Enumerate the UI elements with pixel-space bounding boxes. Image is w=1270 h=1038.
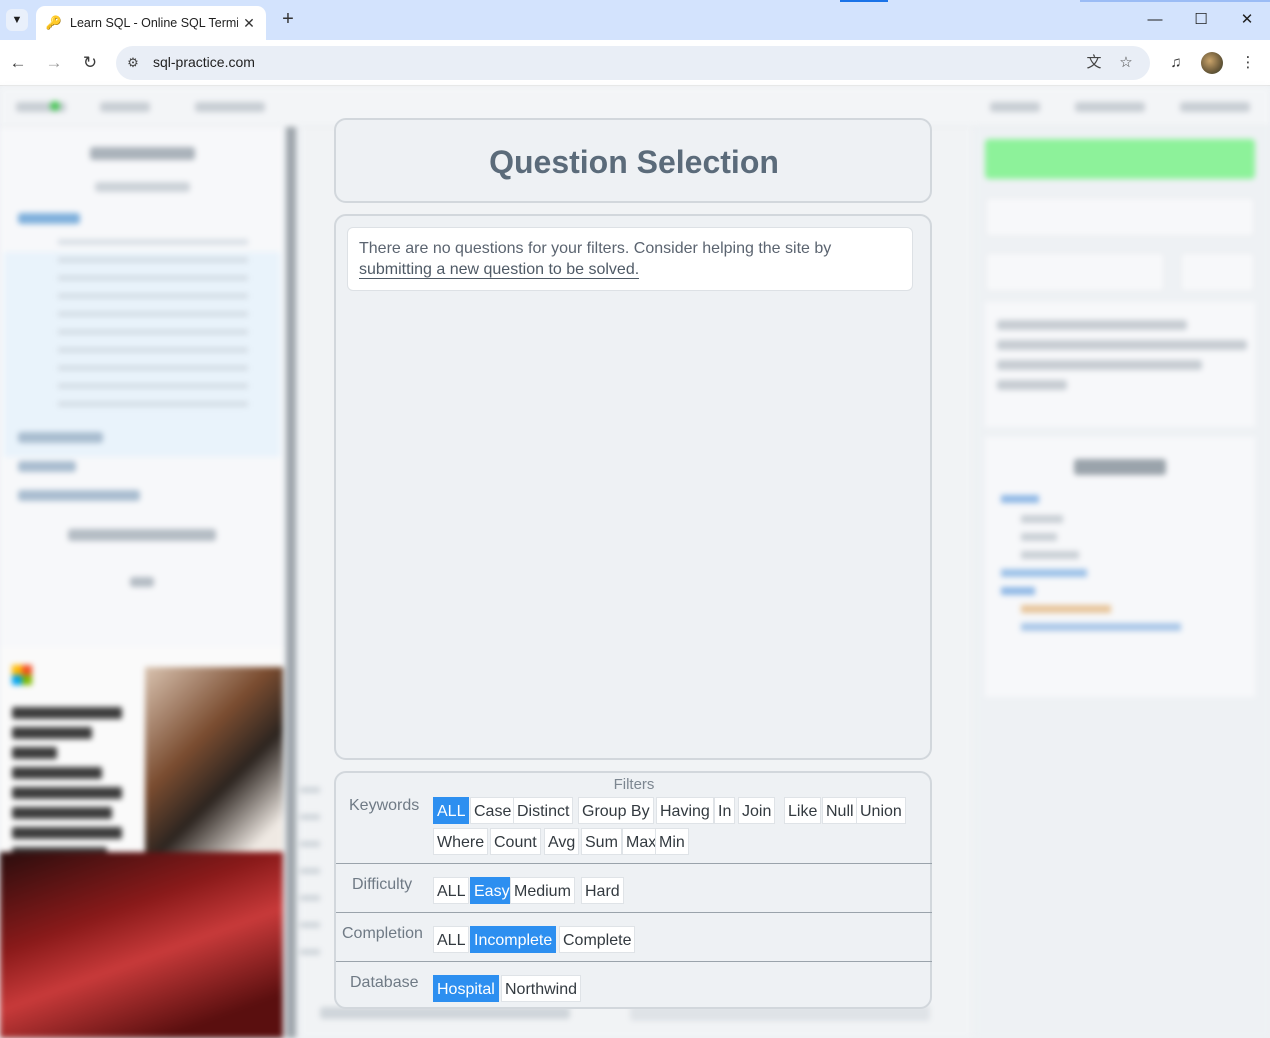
keywords-filter-chip-in[interactable]: In (714, 797, 736, 824)
tune-icon[interactable]: ⚙ (124, 54, 142, 72)
filters-title: Filters (613, 776, 655, 793)
keywords-filter-chip-all[interactable]: ALL (433, 797, 470, 824)
difficulty-label: Difficulty (352, 876, 413, 893)
keywords-label: Keywords (349, 797, 420, 814)
arrow-right-icon[interactable]: → (42, 51, 66, 75)
keywords-filter-chip-case[interactable]: Case (470, 797, 516, 824)
keywords-filter-chip-min[interactable]: Min (655, 828, 689, 855)
filter-divider (336, 863, 932, 864)
ad-video (0, 852, 283, 1038)
reload-icon[interactable]: ↻ (78, 51, 102, 75)
tab-search-button[interactable]: ▼ (6, 9, 28, 31)
maximize-icon[interactable]: ☐ (1191, 10, 1211, 30)
chevron-down-icon: ▼ (11, 14, 23, 26)
url-text[interactable]: sql-practice.com (153, 54, 255, 70)
page-title: Question Selection (489, 144, 779, 180)
browser-tab-strip: ▼ 🔑 Learn SQL - Online SQL Termi ✕ + — ☐… (0, 0, 1270, 40)
difficulty-filter-chip-hard[interactable]: Hard (581, 877, 624, 904)
database-filter-chip-hospital[interactable]: Hospital (433, 975, 499, 1002)
difficulty-filter-chip-medium[interactable]: Medium (510, 877, 575, 904)
keywords-filter-chip-having[interactable]: Having (656, 797, 714, 824)
keywords-filter-chip-distinct[interactable]: Distinct (513, 797, 574, 824)
keywords-filter-chip-null[interactable]: Null (822, 797, 858, 824)
question-selection-header: Question Selection (334, 118, 932, 203)
submit-question-link[interactable]: submitting a new question to be solved. (359, 261, 640, 279)
sidebar-scrollbar (286, 127, 296, 1038)
translate-icon[interactable]: 文 (1084, 53, 1104, 73)
media-controls-icon[interactable]: ♫ (1165, 52, 1187, 74)
completion-filter-chip-incomplete[interactable]: Incomplete (470, 926, 557, 953)
minimize-icon[interactable]: — (1145, 10, 1165, 30)
keywords-filter-chip-join[interactable]: Join (738, 797, 776, 824)
keywords-filter-chip-count[interactable]: Count (490, 828, 541, 855)
key-icon: 🔑 (45, 15, 63, 30)
arrow-left-icon[interactable]: ← (6, 51, 30, 75)
close-icon[interactable]: ✕ (240, 14, 258, 32)
filters-panel: Filters Keywords ALL Case Distinct Group By… (334, 771, 932, 1009)
tab-title: Learn SQL - Online SQL Termi (70, 16, 238, 30)
difficulty-filter-chip-easy[interactable]: Easy (470, 877, 514, 904)
keywords-filter-chip-where[interactable]: Where (433, 828, 489, 855)
loading-indicator (840, 0, 888, 2)
filter-divider (336, 961, 932, 962)
browser-toolbar: ← → ↻ ⚙ sql-practice.com 文 ☆ ♫ ⋮ (0, 40, 1270, 86)
keywords-filter-chip-union[interactable]: Union (856, 797, 906, 824)
no-questions-message: There are no questions for your filters.… (347, 227, 913, 291)
plus-icon[interactable]: + (277, 9, 299, 31)
completion-filter-chip-complete[interactable]: Complete (559, 926, 636, 953)
browser-tab[interactable]: 🔑 Learn SQL - Online SQL Termi ✕ (36, 6, 266, 40)
database-filter-chip-northwind[interactable]: Northwind (501, 975, 582, 1002)
keywords-filter-chip-sum[interactable]: Sum (581, 828, 622, 855)
keywords-filter-chip-like[interactable]: Like (784, 797, 822, 824)
keywords-filter-chip-group-by[interactable]: Group By (578, 797, 654, 824)
profile-avatar[interactable] (1201, 52, 1223, 74)
star-icon[interactable]: ☆ (1116, 53, 1136, 73)
page-content: Question Selection There are no question… (0, 87, 1270, 1038)
schema-sidebar (0, 127, 283, 1038)
window-close-icon[interactable]: ✕ (1237, 10, 1257, 30)
completion-label: Completion (342, 925, 423, 942)
solution-sidebar (975, 127, 1270, 1038)
no-questions-text: There are no questions for your filters.… (359, 240, 832, 257)
filter-divider (336, 912, 932, 913)
question-list: There are no questions for your filters.… (334, 214, 932, 760)
completion-filter-chip-all[interactable]: ALL (433, 926, 470, 953)
kebab-menu-icon[interactable]: ⋮ (1237, 52, 1259, 74)
loading-indicator-trail (1080, 0, 1270, 2)
address-bar[interactable]: ⚙ sql-practice.com 文 ☆ (116, 46, 1150, 80)
keywords-filter-chip-avg[interactable]: Avg (544, 828, 580, 855)
difficulty-filter-chip-all[interactable]: ALL (433, 877, 470, 904)
database-label: Database (350, 974, 419, 991)
